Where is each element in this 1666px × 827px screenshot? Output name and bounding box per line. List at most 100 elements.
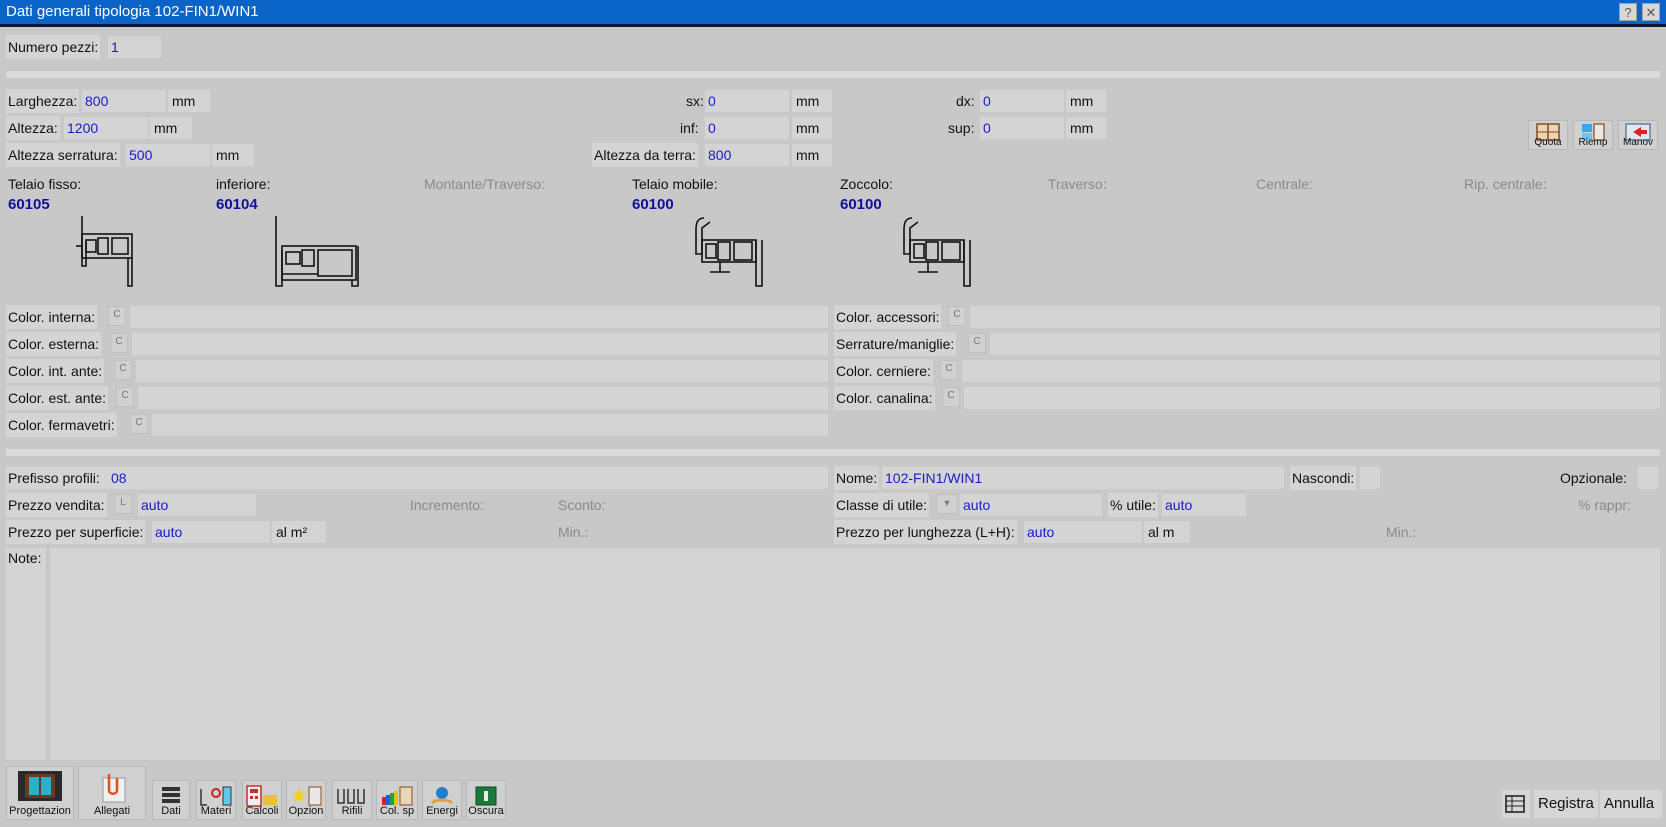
prezzo-vendita-lock-button[interactable]: L [114, 494, 132, 514]
quota-label: Quota [1534, 137, 1562, 148]
color-canalina-field[interactable] [964, 387, 1660, 409]
riemp-button[interactable]: Riemp [1573, 120, 1613, 150]
color-interna-field[interactable] [130, 306, 828, 328]
color-fermavetri-pick-button[interactable]: C [130, 414, 148, 434]
color-int-ante-field[interactable] [136, 360, 828, 382]
progettazione-button[interactable]: Progettazion [6, 766, 74, 820]
color-est-ante-pick-button[interactable]: C [116, 387, 134, 407]
profile-telaio-fisso-label: Telaio fisso: [8, 176, 82, 192]
larghezza-input[interactable]: 800 [82, 90, 166, 112]
numero-pezzi-input[interactable]: 1 [108, 36, 161, 58]
energi-label: Energi [426, 805, 458, 817]
nascondi-checkbox[interactable] [1360, 467, 1380, 489]
larghezza-label: Larghezza: [6, 89, 80, 113]
color-canalina-pick-button[interactable]: C [942, 387, 960, 407]
color-int-ante-pick-button[interactable]: C [114, 360, 132, 380]
inf-label: inf: [680, 120, 699, 136]
col-sp-label: Col. sp [379, 805, 415, 817]
note-label-box: Note: [6, 548, 46, 760]
registra-button[interactable]: Registra [1534, 790, 1598, 818]
larghezza-unit: mm [168, 90, 210, 112]
color-accessori-field[interactable] [970, 306, 1660, 328]
inf-unit: mm [792, 117, 832, 139]
prezzo-vendita-input[interactable]: auto [138, 494, 256, 516]
close-button[interactable]: ✕ [1642, 3, 1660, 21]
color-esterna-label: Color. esterna: [6, 332, 102, 356]
color-interna-pick-button[interactable]: C [108, 306, 126, 326]
prezzo-lunghezza-input[interactable]: auto [1024, 521, 1142, 543]
profile-traverso-label: Traverso: [1048, 176, 1107, 192]
calcoli-button[interactable]: Calcoli [242, 780, 282, 820]
list-icon [162, 787, 180, 803]
allegati-label: Allegati [93, 805, 131, 817]
color-cerniere-label: Color. cerniere: [834, 359, 933, 383]
materi-button[interactable]: Materi [196, 780, 236, 820]
oscura-button[interactable]: Oscura [466, 780, 506, 820]
serrature-maniglie-field[interactable] [990, 333, 1660, 355]
prefisso-label: Prefisso profili: [8, 470, 100, 486]
help-button[interactable]: ? [1619, 3, 1637, 21]
dx-input[interactable]: 0 [980, 90, 1064, 112]
profile-inferiore-code[interactable]: 60104 [216, 196, 258, 213]
sup-input[interactable]: 0 [980, 117, 1064, 139]
profile-60105-drawing [76, 216, 133, 287]
color-esterna-field[interactable] [132, 333, 828, 355]
profile-rip-centrale-label: Rip. centrale: [1464, 176, 1547, 192]
profile-telaio-mobile-code[interactable]: 60100 [632, 196, 674, 213]
altezza-terra-input[interactable]: 800 [705, 144, 789, 166]
profile-60100-mobile-drawing [695, 217, 763, 287]
note-textarea[interactable] [50, 548, 1660, 760]
serrature-maniglie-pick-button[interactable]: C [968, 333, 986, 353]
altezza-serratura-unit: mm [212, 144, 254, 166]
nascondi-label: Nascondi: [1290, 466, 1357, 490]
dati-label: Dati [161, 805, 181, 817]
profile-zoccolo-code[interactable]: 60100 [840, 196, 882, 213]
perc-rappr-label: % rappr: [1578, 497, 1631, 513]
dx-label: dx: [956, 93, 975, 109]
table-view-button[interactable] [1502, 790, 1530, 818]
prezzo-lunghezza-unit: al m [1144, 521, 1190, 543]
classe-utile-input[interactable]: auto [960, 494, 1102, 516]
dati-button[interactable]: Dati [152, 780, 190, 820]
opzionale-checkbox[interactable] [1638, 467, 1658, 489]
inf-input[interactable]: 0 [705, 117, 789, 139]
energi-button[interactable]: Energi [422, 780, 462, 820]
color-accessori-pick-button[interactable]: C [948, 306, 966, 326]
col-sp-button[interactable]: Col. sp [376, 780, 418, 820]
altezza-label: Altezza: [6, 116, 60, 140]
rifili-button[interactable]: Rifili [332, 780, 372, 820]
serrature-maniglie-label: Serrature/maniglie: [834, 332, 957, 356]
prezzo-superficie-input[interactable]: auto [152, 521, 270, 543]
altezza-unit: mm [150, 117, 192, 139]
allegati-button[interactable]: Allegati [78, 766, 146, 820]
sx-unit: mm [792, 90, 832, 112]
nome-input[interactable]: 102-FIN1/WIN1 [882, 467, 1284, 489]
note-label: Note: [8, 550, 42, 566]
profile-telaio-fisso-code[interactable]: 60105 [8, 196, 50, 213]
prefisso-input[interactable]: 08 [108, 467, 828, 489]
perc-utile-input[interactable]: auto [1162, 494, 1246, 516]
classe-utile-dropdown[interactable]: ▼ [936, 494, 958, 514]
color-est-ante-field[interactable] [138, 387, 828, 409]
min-label-2: Min.: [1386, 524, 1417, 540]
opzion-button[interactable]: Opzion [286, 780, 326, 820]
color-fermavetri-label: Color. fermavetri: [6, 413, 117, 437]
numero-pezzi-label: Numero pezzi: [6, 35, 101, 59]
color-icon [382, 786, 413, 806]
altezza-input[interactable]: 1200 [64, 117, 148, 139]
rifili-label: Rifili [341, 805, 363, 817]
sup-label: sup: [948, 120, 975, 136]
color-cerniere-field[interactable] [962, 360, 1660, 382]
altezza-serratura-input[interactable]: 500 [126, 144, 210, 166]
sx-input[interactable]: 0 [705, 90, 789, 112]
manov-button[interactable]: Manov [1618, 120, 1658, 150]
annulla-button[interactable]: Annulla [1600, 790, 1662, 818]
color-est-ante-label: Color. est. ante: [6, 386, 109, 410]
color-cerniere-pick-button[interactable]: C [940, 360, 958, 380]
color-fermavetri-field[interactable] [152, 414, 828, 436]
prezzo-lunghezza-label: Prezzo per lunghezza (L+H): [834, 520, 1017, 544]
quota-button[interactable]: Quota [1528, 120, 1568, 150]
design-icon [18, 771, 62, 801]
sconto-label: Sconto: [558, 497, 606, 513]
color-esterna-pick-button[interactable]: C [110, 333, 128, 353]
